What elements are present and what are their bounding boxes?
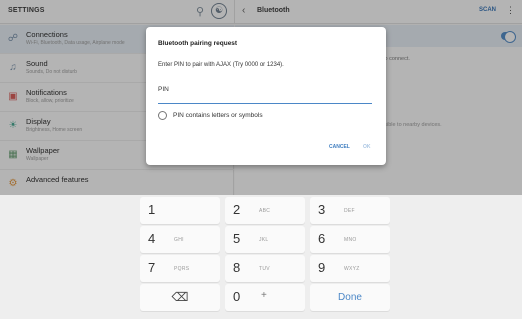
key-digit: 9: [318, 260, 326, 275]
key-letters: WXYZ: [344, 266, 360, 272]
key-6[interactable]: 6 MNO: [310, 226, 390, 253]
key-letters: DEF: [344, 208, 355, 214]
key-3[interactable]: 3 DEF: [310, 197, 390, 224]
key-digit: 5: [233, 231, 241, 246]
key-7[interactable]: 7 PQRS: [140, 255, 220, 282]
pin-input[interactable]: PIN: [158, 86, 169, 93]
done-key[interactable]: Done: [310, 284, 390, 311]
key-digit: 7: [148, 260, 156, 275]
key-letters: GHI: [174, 237, 184, 243]
checkbox-label[interactable]: PIN contains letters or symbols: [173, 112, 263, 119]
cancel-button[interactable]: CANCEL: [329, 144, 350, 150]
key-digit: 1: [148, 202, 156, 217]
key-letters: ABC: [259, 208, 271, 214]
key-letters: PQRS: [174, 266, 190, 272]
backspace-key[interactable]: ⌫: [140, 284, 220, 311]
dialog-title: Bluetooth pairing request: [158, 40, 238, 47]
backspace-icon: ⌫: [171, 290, 189, 304]
key-digit: 2: [233, 202, 241, 217]
key-8[interactable]: 8 TUV: [225, 255, 305, 282]
key-digit: 3: [318, 202, 326, 217]
settings-screen: SETTINGS ⚲ ☯ ‹ Bluetooth SCAN ⋮ ☍ Connec…: [0, 0, 522, 319]
numeric-keyboard: 1 2 ABC 3 DEF 4 GHI 5 JKL 6 MNO 7 PQRS 8: [0, 195, 522, 319]
key-plus: +: [261, 290, 267, 301]
key-4[interactable]: 4 GHI: [140, 226, 220, 253]
key-1[interactable]: 1: [140, 197, 220, 224]
key-0[interactable]: 0 +: [225, 284, 305, 311]
key-letters: MNO: [344, 237, 357, 243]
done-label: Done: [338, 292, 362, 303]
key-letters: JKL: [259, 237, 269, 243]
pin-input-underline: [158, 103, 372, 104]
key-letters: TUV: [259, 266, 270, 272]
key-digit: 8: [233, 260, 241, 275]
key-digit: 4: [148, 231, 156, 246]
key-digit: 6: [318, 231, 326, 246]
pin-letters-checkbox[interactable]: [158, 111, 167, 120]
key-5[interactable]: 5 JKL: [225, 226, 305, 253]
ok-button[interactable]: OK: [363, 144, 371, 150]
pairing-dialog: Bluetooth pairing request Enter PIN to p…: [146, 27, 386, 165]
key-2[interactable]: 2 ABC: [225, 197, 305, 224]
key-9[interactable]: 9 WXYZ: [310, 255, 390, 282]
dialog-message: Enter PIN to pair with AJAX (Try 0000 or…: [158, 62, 284, 68]
key-digit: 0: [233, 289, 241, 304]
